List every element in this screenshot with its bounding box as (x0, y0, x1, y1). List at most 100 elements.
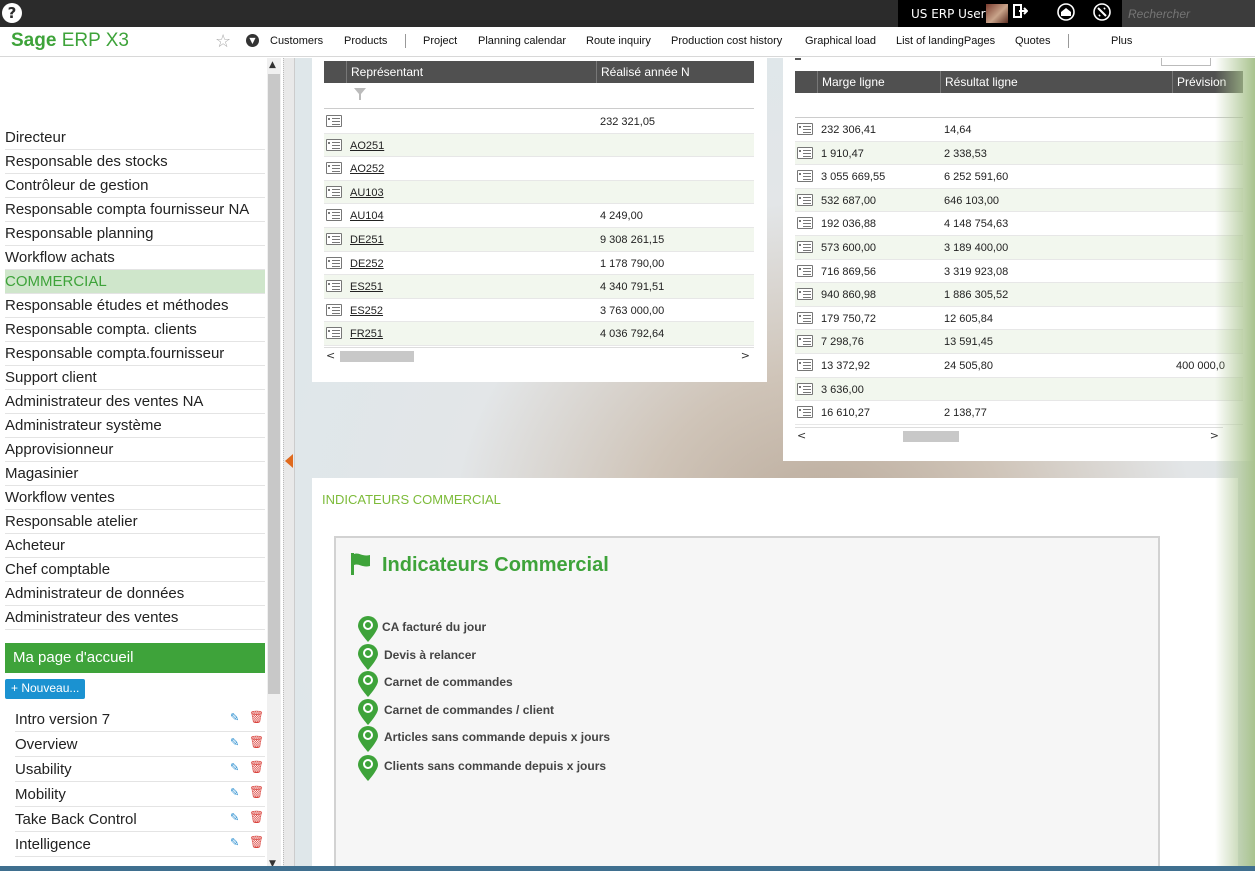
role-item[interactable]: Administrateur des ventes NA (5, 390, 265, 414)
role-item[interactable]: Responsable études et méthodes (5, 294, 265, 318)
row-detail-icon[interactable] (326, 233, 342, 245)
representant-cell[interactable]: AO251 (350, 140, 384, 152)
role-item[interactable]: Administrateur système (5, 414, 265, 438)
role-item-commercial-active[interactable]: COMMERCIAL (5, 270, 265, 294)
nav-link-quotes[interactable]: Quotes (1015, 35, 1050, 47)
row-detail-icon[interactable] (797, 123, 813, 135)
role-item[interactable]: Workflow ventes (5, 486, 265, 510)
representant-cell[interactable]: AU104 (350, 210, 384, 222)
table-row[interactable]: 13 372,92 24 505,80 400 000,0 (795, 354, 1243, 378)
user-name[interactable]: US ERP User (911, 7, 986, 21)
table-row[interactable]: 16 610,27 2 138,77 (795, 401, 1243, 425)
table-row[interactable]: DE251 9 308 261,15 (324, 228, 754, 252)
trash-icon[interactable]: 🗑 (249, 835, 264, 849)
row-detail-icon[interactable] (797, 146, 813, 159)
trash-icon[interactable]: 🗑 (249, 710, 264, 724)
role-item[interactable]: Responsable compta. clients (5, 318, 265, 342)
trash-icon[interactable]: 🗑 (249, 785, 264, 799)
representant-cell[interactable]: ES252 (350, 305, 383, 317)
column-header-realise[interactable]: Réalisé année N (601, 65, 690, 79)
row-detail-icon[interactable] (797, 217, 813, 230)
row-detail-icon[interactable] (797, 335, 813, 348)
star-icon[interactable]: ☆ (215, 31, 231, 52)
nav-link-route-inquiry[interactable]: Route inquiry (586, 35, 651, 47)
nav-link-graphical-load[interactable]: Graphical load (805, 35, 876, 47)
homepage-item[interactable]: Mobility ✎ 🗑 (15, 783, 265, 807)
table-row[interactable]: 532 687,00 646 103,00 (795, 188, 1243, 213)
left-panel-scrollbar[interactable]: ▲ ▼ (267, 58, 281, 871)
indicator-label[interactable]: Carnet de commandes / client (384, 703, 554, 717)
table-row[interactable]: 940 860,98 1 886 305,52 (795, 283, 1243, 307)
row-detail-icon[interactable] (797, 382, 813, 395)
scroll-up-icon[interactable]: ▲ (269, 60, 276, 70)
role-item[interactable]: Administrateur de données (5, 582, 265, 606)
role-item[interactable]: Responsable planning (5, 222, 265, 246)
role-item[interactable]: Responsable des stocks (5, 150, 265, 174)
homepage-item[interactable]: Usability ✎ 🗑 (15, 758, 265, 782)
column-header-resultat[interactable]: Résultat ligne (945, 75, 1018, 89)
role-item[interactable]: Administrateur des ventes (5, 606, 265, 630)
nav-link-production-cost-history[interactable]: Production cost history (671, 35, 782, 47)
table-row[interactable]: 573 600,00 3 189 400,00 (795, 236, 1243, 260)
search-input[interactable] (1122, 0, 1255, 27)
scroll-left-icon[interactable]: < (326, 349, 335, 362)
homepage-item[interactable]: Intelligence ✎ 🗑 (15, 833, 265, 857)
collapse-arrow-icon[interactable] (285, 454, 293, 468)
row-detail-icon[interactable] (326, 115, 342, 127)
avatar[interactable] (986, 4, 1008, 23)
representant-cell[interactable]: FR251 (350, 328, 383, 340)
scroll-right-icon[interactable]: > (1210, 429, 1219, 442)
row-detail-icon[interactable] (797, 359, 813, 371)
indicator-label[interactable]: Clients sans commande depuis x jours (384, 759, 606, 773)
partial-field[interactable] (1161, 58, 1211, 66)
table-row[interactable]: 232 306,41 14,64 (795, 118, 1243, 142)
role-item[interactable]: Chef comptable (5, 558, 265, 582)
row-detail-icon[interactable] (326, 162, 342, 175)
table-row[interactable]: 3 055 669,55 6 252 591,60 (795, 165, 1243, 189)
chevron-down-icon[interactable]: ▼ (246, 34, 259, 47)
role-item[interactable]: Magasinier (5, 462, 265, 486)
panel-splitter[interactable] (283, 58, 295, 871)
horizontal-scrollbar[interactable]: < > (324, 347, 754, 363)
table-row[interactable]: AO252 (324, 157, 754, 181)
home-icon[interactable] (1056, 3, 1076, 23)
representant-cell[interactable]: AU103 (350, 187, 384, 199)
row-detail-icon[interactable] (797, 311, 813, 324)
column-header-prevision[interactable]: Prévision (1177, 75, 1226, 89)
role-item[interactable]: Approvisionneur (5, 438, 265, 462)
table-row[interactable]: AU104 4 249,00 (324, 204, 754, 228)
table-row[interactable]: 716 869,56 3 319 923,08 (795, 260, 1243, 284)
column-header-marge[interactable]: Marge ligne (822, 75, 885, 89)
table-row[interactable]: 192 036,88 4 148 754,63 (795, 212, 1243, 236)
edit-icon[interactable]: ✎ (230, 711, 239, 724)
indicator-label[interactable]: Devis à relancer (384, 648, 476, 662)
help-icon[interactable]: ? (2, 3, 22, 23)
nav-link-customers[interactable]: Customers (270, 35, 323, 47)
nav-link-products[interactable]: Products (344, 35, 387, 47)
indicator-label[interactable]: Carnet de commandes (384, 675, 513, 689)
role-item[interactable]: Support client (5, 366, 265, 390)
homepage-item[interactable]: Overview ✎ 🗑 (15, 733, 265, 757)
edit-icon[interactable]: ✎ (230, 736, 239, 749)
nav-link-project[interactable]: Project (423, 35, 457, 47)
role-item[interactable]: Responsable compta fournisseur NA (5, 198, 265, 222)
horizontal-scrollbar[interactable]: < > (795, 427, 1223, 443)
new-homepage-button[interactable]: + Nouveau... (5, 679, 86, 699)
table-row[interactable]: FR251 4 036 792,64 (324, 322, 754, 346)
disconnect-icon[interactable] (1092, 3, 1112, 23)
row-detail-icon[interactable] (326, 209, 342, 222)
table-row[interactable]: DE252 1 178 790,00 (324, 252, 754, 276)
row-detail-icon[interactable] (797, 406, 813, 419)
edit-icon[interactable]: ✎ (230, 786, 239, 799)
row-detail-icon[interactable] (326, 256, 342, 269)
row-detail-icon[interactable] (797, 170, 813, 183)
role-item-directeur[interactable]: Directeur (5, 126, 265, 150)
representant-cell[interactable]: ES251 (350, 281, 383, 293)
filter-icon[interactable] (354, 88, 366, 103)
table-row[interactable]: 3 636,00 (795, 377, 1243, 402)
indicator-label[interactable]: CA facturé du jour (382, 620, 486, 634)
row-detail-icon[interactable] (797, 288, 813, 301)
logout-icon[interactable] (1010, 3, 1030, 23)
trash-icon[interactable]: 🗑 (249, 810, 264, 824)
table-row[interactable]: AO251 (324, 133, 754, 158)
